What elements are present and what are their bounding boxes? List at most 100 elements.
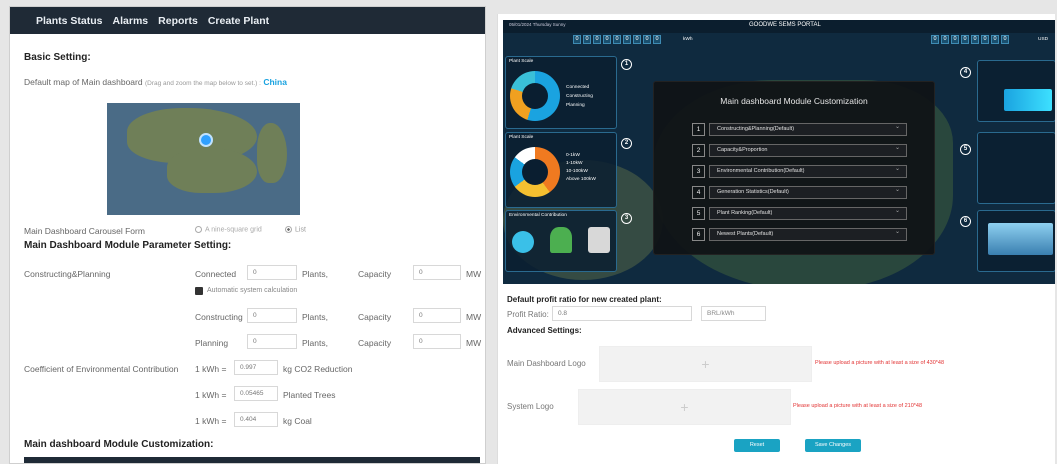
counter-digit: 0: [613, 35, 621, 44]
module-row-1: 1 Constructing&Planning(Default): [692, 122, 907, 136]
constructing-planning-label: Constructing&Planning: [24, 269, 111, 279]
kwh-label: 1 kWh =: [195, 416, 227, 426]
counter-digit: 0: [573, 35, 581, 44]
portal-title: GOODWE SEMS PORTAL: [749, 22, 821, 28]
profit-ratio-label: Profit Ratio:: [507, 310, 549, 319]
carousel-option-list[interactable]: List: [285, 226, 306, 233]
co2-icon: [512, 231, 534, 253]
legend-above-100kw: Above 100kW: [566, 177, 596, 182]
save-changes-button[interactable]: Save Changes: [805, 439, 861, 452]
carousel-form-label: Main Dashboard Carousel Form: [24, 226, 145, 236]
module-select-4[interactable]: Generation Statistics(Default): [709, 185, 907, 199]
module-select-3[interactable]: Environmental Contribution(Default): [709, 164, 907, 178]
default-map-hint: (Drag and zoom the map below to set.) :: [144, 80, 261, 87]
carousel-option-grid-label: A nine-square grid: [205, 226, 262, 234]
revenue-unit: USD: [1038, 37, 1049, 42]
nav-plants-status[interactable]: Plants Status: [36, 15, 103, 27]
module-number: 4: [692, 186, 705, 199]
newest-plant-photo: [988, 223, 1053, 255]
constructing-label: Constructing: [195, 312, 243, 322]
planning-label: Planning: [195, 338, 229, 348]
generation-bars: [1004, 89, 1052, 111]
default-map-text: Default map of Main dashboard: [24, 77, 143, 87]
capacity-label: Capacity: [358, 312, 392, 322]
planning-plants-input[interactable]: 0: [247, 334, 297, 349]
plants-unit: Plants,: [302, 338, 328, 348]
main-logo-warning: Please upload a picture with at least a …: [815, 360, 945, 366]
system-logo-warning: Please upload a picture with at least a …: [793, 403, 923, 409]
nav-alarms[interactable]: Alarms: [113, 15, 149, 27]
mw-unit: MW: [466, 312, 482, 322]
carousel-option-grid[interactable]: A nine-square grid: [195, 226, 262, 233]
settings-panel: Plants Status Alarms Reports Create Plan…: [9, 6, 486, 464]
module-badge-3: 3: [621, 213, 632, 224]
dashboard-map[interactable]: [107, 103, 300, 215]
coal-unit: kg Coal: [283, 416, 312, 426]
coal-input[interactable]: 0.404: [234, 412, 278, 427]
connected-capacity-input[interactable]: 0: [413, 265, 461, 280]
map-location-marker[interactable]: [199, 133, 213, 147]
counter-digit: 0: [643, 35, 651, 44]
mw-unit: MW: [466, 338, 482, 348]
legend-planning: Planning: [566, 103, 585, 108]
revenue-counter: 00000000: [931, 35, 1009, 44]
module-row-3: 3 Environmental Contribution(Default): [692, 164, 907, 178]
module-customization-modal: Main dashboard Module Customization 1 Co…: [653, 81, 935, 255]
counter-digit: 0: [961, 35, 969, 44]
radio-icon: [285, 226, 292, 233]
counter-digit: 0: [1001, 35, 1009, 44]
dashboard-header: 05/01/2024 Thursday Sunny GOODWE SEMS PO…: [503, 20, 1055, 33]
capacity-card: Plant Scale 0-1kW 1-10kW 10-100kW Above …: [505, 132, 617, 208]
co2-unit: kg CO2 Reduction: [283, 364, 353, 374]
module-number: 5: [692, 207, 705, 220]
mw-unit: MW: [466, 269, 482, 279]
donut-hole: [522, 159, 548, 185]
legend-constructing: Constructing: [566, 94, 593, 99]
planning-capacity-input[interactable]: 0: [413, 334, 461, 349]
module-select-5[interactable]: Plant Ranking(Default): [709, 206, 907, 220]
counter-digit: 0: [971, 35, 979, 44]
co2-input[interactable]: 0.997: [234, 360, 278, 375]
module-select-2[interactable]: Capacity&Proportion: [709, 143, 907, 157]
constructing-capacity-input[interactable]: 0: [413, 308, 461, 323]
default-map-value[interactable]: China: [263, 77, 287, 87]
module-number: 1: [692, 123, 705, 136]
profit-ratio-input[interactable]: 0.8: [552, 306, 692, 321]
counter-digit: 0: [653, 35, 661, 44]
profit-unit-select[interactable]: BRL/kWh: [701, 306, 766, 321]
default-map-label: Default map of Main dashboard (Drag and …: [24, 77, 287, 87]
coal-icon: [588, 227, 610, 253]
module-select-6[interactable]: Newest Plants(Default): [709, 227, 907, 241]
main-logo-upload[interactable]: +: [599, 346, 812, 382]
auto-calc-checkbox[interactable]: [195, 287, 203, 295]
counter-digit: 0: [981, 35, 989, 44]
module-select-1[interactable]: Constructing&Planning(Default): [709, 122, 907, 136]
legend-0-1kw: 0-1kW: [566, 153, 580, 158]
coef-label: Coefficient of Environmental Contributio…: [24, 364, 179, 374]
connected-plants-input[interactable]: 0: [247, 265, 297, 280]
counter-digit: 0: [623, 35, 631, 44]
kwh-label: 1 kWh =: [195, 390, 227, 400]
map-land: [257, 123, 287, 183]
plant-scale-card: Plant Scale Connected Constructing Plann…: [505, 56, 617, 129]
counter-digit: 0: [931, 35, 939, 44]
energy-counter: 000000000: [573, 35, 661, 44]
counter-digit: 0: [951, 35, 959, 44]
nav-create-plant[interactable]: Create Plant: [208, 15, 269, 27]
constructing-plants-input[interactable]: 0: [247, 308, 297, 323]
system-logo-upload[interactable]: +: [578, 389, 791, 425]
connected-label: Connected: [195, 269, 237, 279]
trees-unit: Planted Trees: [283, 390, 336, 400]
nav-reports[interactable]: Reports: [158, 15, 198, 27]
profit-heading: Default profit ratio for new created pla…: [507, 295, 662, 304]
counter-digit: 0: [593, 35, 601, 44]
module-row-4: 4 Generation Statistics(Default): [692, 185, 907, 199]
map-land: [167, 148, 257, 193]
trees-input[interactable]: 0.05465: [234, 386, 278, 401]
legend-connected: Connected: [566, 85, 590, 90]
tree-icon: [550, 227, 572, 253]
legend-10-100kw: 10-100kW: [566, 169, 588, 174]
reset-button[interactable]: Reset: [734, 439, 780, 452]
plant-ranking-card: [977, 132, 1055, 204]
module-number: 6: [692, 228, 705, 241]
